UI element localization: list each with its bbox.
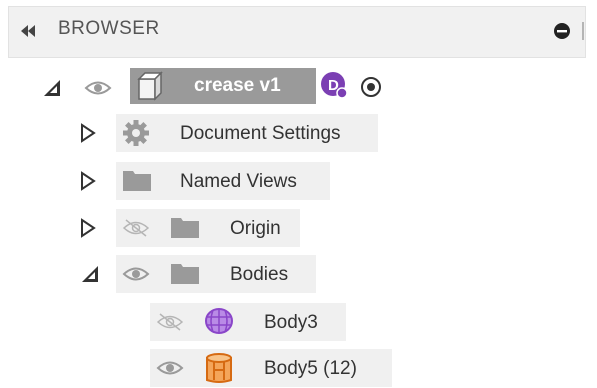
eye-hidden-icon[interactable] <box>156 312 184 332</box>
tree-item-label[interactable]: Body5 (12) <box>264 358 357 380</box>
browser-title: BROWSER <box>58 18 160 39</box>
minus-circle-icon[interactable] <box>554 23 570 39</box>
folder-icon <box>123 171 151 191</box>
folder-icon <box>171 264 199 284</box>
badge-letter: D <box>328 77 339 94</box>
expanded-triangle-icon[interactable] <box>80 264 100 284</box>
tree-item-label[interactable]: Document Settings <box>180 123 341 145</box>
tree-item-label[interactable]: Named Views <box>180 171 297 193</box>
eye-icon[interactable] <box>84 78 112 98</box>
component-box-icon <box>137 71 163 101</box>
eye-icon[interactable] <box>122 264 150 284</box>
collapsed-triangle-icon[interactable] <box>80 218 96 238</box>
mesh-body-icon <box>205 308 233 334</box>
collapsed-triangle-icon[interactable] <box>80 123 96 143</box>
expanded-triangle-icon[interactable] <box>42 78 62 98</box>
double-chevron-left-icon[interactable] <box>20 24 36 38</box>
active-design-badge-icon: D <box>321 72 348 99</box>
tree-item-label[interactable]: Bodies <box>230 264 288 286</box>
eye-icon[interactable] <box>156 358 184 378</box>
collapsed-triangle-icon[interactable] <box>80 171 96 191</box>
tree-item-label[interactable]: Origin <box>230 218 281 240</box>
tree-item-label[interactable]: Body3 <box>264 312 318 334</box>
root-node-label[interactable]: crease v1 <box>194 75 281 97</box>
solid-body-icon <box>206 353 232 383</box>
eye-hidden-icon[interactable] <box>122 218 150 238</box>
panel-divider <box>582 22 584 40</box>
gear-icon <box>123 120 149 146</box>
folder-icon <box>171 218 199 238</box>
browser-header: BROWSER <box>0 0 597 62</box>
radio-target-icon[interactable] <box>360 76 382 98</box>
